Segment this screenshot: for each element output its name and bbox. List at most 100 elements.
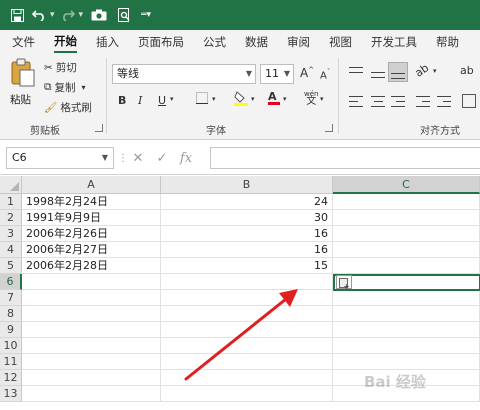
cell-a1[interactable]: 1998年2月24日	[22, 194, 161, 210]
cell-a11[interactable]	[22, 354, 161, 370]
row-header[interactable]: 11	[0, 354, 22, 370]
cell-a5[interactable]: 2006年2月28日	[22, 258, 161, 274]
top-align-icon[interactable]	[349, 67, 363, 78]
fill-color-button[interactable]	[234, 90, 248, 109]
cell-c3[interactable]	[333, 226, 480, 242]
row-header[interactable]: 5	[0, 258, 22, 274]
cell-a10[interactable]	[22, 338, 161, 354]
cut-button[interactable]: ✂ 剪切	[44, 60, 77, 75]
align-center-icon[interactable]	[371, 96, 385, 107]
tab-formulas[interactable]: 公式	[203, 30, 226, 54]
row-header[interactable]: 2	[0, 210, 22, 226]
font-name-select[interactable]: 等线 ▼	[112, 64, 256, 84]
font-size-select[interactable]: 11 ▼	[260, 64, 294, 84]
cell-a13[interactable]	[22, 386, 161, 402]
cell-a8[interactable]	[22, 306, 161, 322]
merge-center-icon[interactable]	[462, 94, 476, 108]
paste-options-icon[interactable]	[336, 275, 352, 291]
bottom-align-button[interactable]	[388, 62, 408, 82]
undo-icon[interactable]	[30, 3, 48, 27]
paste-button[interactable]: 粘贴	[8, 58, 38, 114]
cell-c2[interactable]	[333, 210, 480, 226]
cell-c11[interactable]	[333, 354, 480, 370]
print-preview-icon[interactable]	[113, 3, 135, 27]
cell-b8[interactable]	[161, 306, 333, 322]
row-header[interactable]: 8	[0, 306, 22, 322]
cell-a3[interactable]: 2006年2月26日	[22, 226, 161, 242]
column-header-a[interactable]: A	[22, 176, 161, 194]
decrease-indent-icon[interactable]	[416, 96, 430, 107]
name-box[interactable]: C6 ▼	[6, 147, 114, 169]
cell-b5[interactable]: 15	[161, 258, 333, 274]
customize-qat-icon[interactable]: ═▾	[137, 3, 155, 27]
row-header[interactable]: 1	[0, 194, 22, 210]
cell-c10[interactable]	[333, 338, 480, 354]
row-header[interactable]: 6	[0, 274, 22, 290]
cell-b4[interactable]: 16	[161, 242, 333, 258]
tab-developer[interactable]: 开发工具	[371, 30, 417, 54]
cell-b7[interactable]	[161, 290, 333, 306]
cell-c4[interactable]	[333, 242, 480, 258]
save-icon[interactable]	[6, 3, 28, 27]
cell-c8[interactable]	[333, 306, 480, 322]
orientation-dropdown-icon[interactable]: ▾	[433, 67, 437, 75]
tab-insert[interactable]: 插入	[96, 30, 119, 54]
row-header[interactable]: 7	[0, 290, 22, 306]
grow-font-button[interactable]: A^	[300, 66, 314, 80]
copy-button[interactable]: ⧉ 复制 ▾	[44, 80, 86, 95]
insert-function-icon[interactable]: fx	[174, 151, 198, 166]
format-painter-button[interactable]: 🖌 格式刷	[44, 100, 92, 115]
border-button[interactable]	[196, 92, 208, 107]
phonetic-button[interactable]: wén 文	[304, 90, 318, 107]
underline-dropdown-icon[interactable]: ▾	[170, 95, 174, 103]
cell-b13[interactable]	[161, 386, 333, 402]
cell-b11[interactable]	[161, 354, 333, 370]
cell-b12[interactable]	[161, 370, 333, 386]
cell-b1[interactable]: 24	[161, 194, 333, 210]
cell-b10[interactable]	[161, 338, 333, 354]
tab-review[interactable]: 审阅	[287, 30, 310, 54]
cancel-icon[interactable]: ✕	[126, 151, 150, 166]
italic-button[interactable]: I	[138, 94, 142, 107]
fill-color-dropdown-icon[interactable]: ▾	[251, 95, 255, 103]
border-dropdown-icon[interactable]: ▾	[212, 95, 216, 103]
cell-c6[interactable]	[333, 274, 480, 290]
cell-c5[interactable]	[333, 258, 480, 274]
underline-button[interactable]: U	[158, 94, 166, 107]
align-left-icon[interactable]	[349, 96, 363, 107]
tab-view[interactable]: 视图	[329, 30, 352, 54]
cell-a12[interactable]	[22, 370, 161, 386]
increase-indent-icon[interactable]	[437, 96, 451, 107]
bold-button[interactable]: B	[118, 94, 126, 107]
cell-b2[interactable]: 30	[161, 210, 333, 226]
redo-dropdown-icon[interactable]: ▾	[79, 10, 84, 20]
phonetic-dropdown-icon[interactable]: ▾	[320, 95, 324, 103]
row-header[interactable]: 12	[0, 370, 22, 386]
middle-align-icon[interactable]	[371, 67, 385, 78]
cell-a7[interactable]	[22, 290, 161, 306]
column-header-b[interactable]: B	[161, 176, 333, 194]
font-launcher-icon[interactable]	[325, 124, 333, 132]
cell-c7[interactable]	[333, 290, 480, 306]
row-header[interactable]: 9	[0, 322, 22, 338]
cell-b9[interactable]	[161, 322, 333, 338]
camera-icon[interactable]	[87, 3, 111, 27]
row-header[interactable]: 13	[0, 386, 22, 402]
tab-page-layout[interactable]: 页面布局	[138, 30, 184, 54]
shrink-font-button[interactable]: Aˇ	[320, 68, 330, 81]
cell-a9[interactable]	[22, 322, 161, 338]
align-right-icon[interactable]	[391, 96, 405, 107]
row-header[interactable]: 4	[0, 242, 22, 258]
column-header-c[interactable]: C	[333, 176, 480, 194]
copy-dropdown-icon[interactable]: ▾	[82, 83, 86, 92]
enter-icon[interactable]: ✓	[150, 151, 174, 166]
row-header[interactable]: 10	[0, 338, 22, 354]
cell-c9[interactable]	[333, 322, 480, 338]
font-color-dropdown-icon[interactable]: ▾	[283, 95, 287, 103]
select-all-button[interactable]	[0, 176, 22, 194]
cell-b6[interactable]	[161, 274, 333, 290]
redo-icon[interactable]	[59, 3, 77, 27]
tab-help[interactable]: 帮助	[436, 30, 459, 54]
tab-home[interactable]: 开始	[54, 31, 77, 53]
tab-data[interactable]: 数据	[245, 30, 268, 54]
